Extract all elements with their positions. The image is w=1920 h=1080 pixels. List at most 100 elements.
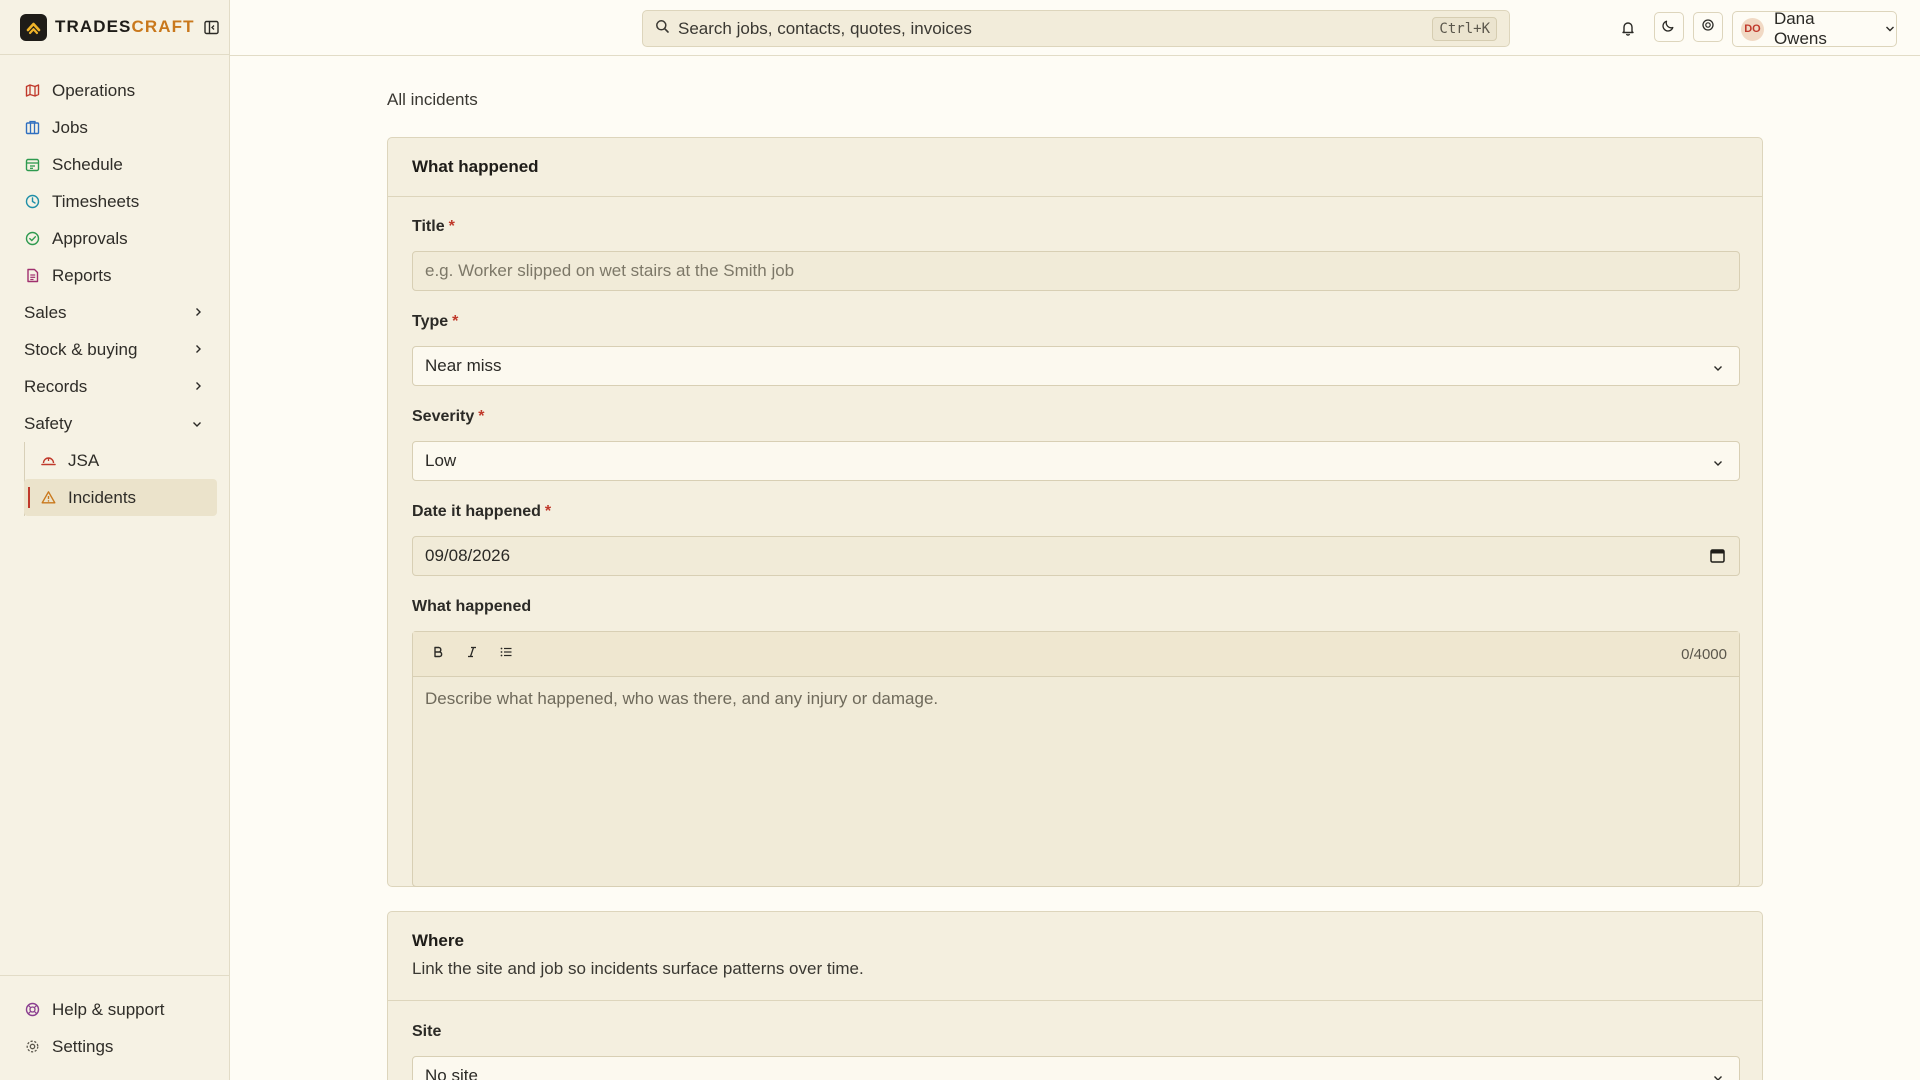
sidebar-footer: Help & support Settings bbox=[0, 975, 229, 1080]
user-menu-button[interactable]: DO Dana Owens bbox=[1732, 9, 1897, 48]
chevron-down-icon bbox=[191, 414, 203, 434]
breadcrumb-all-incidents[interactable]: All incidents bbox=[387, 90, 478, 110]
character-counter: 0/4000 bbox=[1681, 646, 1727, 663]
nav-group-label: Safety bbox=[24, 413, 73, 433]
chevron-right-icon bbox=[193, 377, 203, 397]
card-body: Title * e.g. Worker slipped on wet stairs… bbox=[388, 197, 1762, 887]
nav-group-label: Stock & buying bbox=[24, 339, 138, 359]
nav-item-operations[interactable]: Operations bbox=[0, 72, 229, 109]
hardhat-icon bbox=[40, 453, 56, 469]
description-label: What happened bbox=[412, 598, 532, 615]
site-select[interactable]: No site bbox=[412, 1056, 1740, 1080]
nav-label: Reports bbox=[52, 265, 112, 285]
nav-item-incidents[interactable]: Incidents bbox=[24, 479, 217, 516]
nav-item-approvals[interactable]: Approvals bbox=[0, 220, 229, 257]
calendar-icon bbox=[24, 157, 40, 173]
nav-group-records[interactable]: Records bbox=[0, 368, 229, 405]
user-name: Dana Owens bbox=[1773, 9, 1827, 48]
search-icon bbox=[655, 19, 670, 39]
title-placeholder: e.g. Worker slipped on wet stairs at the… bbox=[425, 261, 795, 280]
card-body: Site No site bbox=[388, 1001, 1762, 1080]
nav-item-settings[interactable]: Settings bbox=[0, 1028, 229, 1065]
type-value: Near miss bbox=[425, 356, 502, 375]
nav-label: Schedule bbox=[52, 154, 123, 174]
nav-item-timesheets[interactable]: Timesheets bbox=[0, 183, 229, 220]
nav-item-help[interactable]: Help & support bbox=[0, 991, 229, 1028]
nav-group-safety[interactable]: Safety bbox=[0, 405, 229, 442]
nav-item-jsa[interactable]: JSA bbox=[24, 442, 217, 479]
map-icon bbox=[24, 83, 40, 99]
bullet-list-button[interactable] bbox=[493, 641, 519, 667]
chevron-down-icon bbox=[1884, 19, 1896, 39]
title-input[interactable]: e.g. Worker slipped on wet stairs at the… bbox=[412, 251, 1740, 291]
what-happened-card: What happened Title * e.g. Worker slipped… bbox=[387, 137, 1763, 887]
nav-label: Incidents bbox=[68, 487, 137, 507]
site-value: No site bbox=[425, 1066, 478, 1080]
logo-icon[interactable] bbox=[20, 13, 47, 41]
topbar: Search jobs, contacts, quotes, invoices … bbox=[230, 0, 1920, 56]
chevron-down-icon bbox=[1711, 360, 1725, 374]
avatar: DO bbox=[1741, 17, 1764, 41]
nav-group-label: Records bbox=[24, 376, 88, 396]
card-title: What happened bbox=[412, 157, 539, 176]
card-description: Link the site and job so incidents surfa… bbox=[412, 959, 864, 978]
nav-group-sales[interactable]: Sales bbox=[0, 294, 229, 331]
chevron-down-icon bbox=[1711, 1070, 1725, 1080]
nav-label: JSA bbox=[68, 450, 100, 470]
bold-button[interactable] bbox=[425, 641, 451, 667]
chevron-right-icon bbox=[193, 340, 203, 360]
editor-toolbar: 0/4000 bbox=[413, 632, 1739, 677]
italic-button[interactable] bbox=[459, 641, 485, 667]
date-value: 09/08/2026 bbox=[425, 546, 511, 565]
nav-label: Settings bbox=[52, 1036, 114, 1056]
contrast-icon bbox=[1701, 17, 1715, 37]
safety-submenu: JSA Incidents bbox=[24, 442, 229, 516]
description-placeholder: Describe what happened, who was there, a… bbox=[425, 689, 939, 708]
building-icon bbox=[24, 120, 40, 136]
date-label: Date it happened * bbox=[412, 503, 552, 520]
type-label: Type * bbox=[412, 313, 459, 330]
bold-icon bbox=[431, 645, 445, 664]
description-textarea[interactable]: Describe what happened, who was there, a… bbox=[413, 677, 1739, 721]
collapse-sidebar-icon[interactable] bbox=[203, 19, 220, 35]
nav-item-jobs[interactable]: Jobs bbox=[0, 109, 229, 146]
nav-item-schedule[interactable]: Schedule bbox=[0, 146, 229, 183]
date-input[interactable]: 09/08/2026 bbox=[412, 536, 1740, 576]
bell-icon[interactable] bbox=[1618, 18, 1638, 38]
chevron-down-icon bbox=[1711, 455, 1725, 469]
severity-label: Severity * bbox=[412, 408, 485, 425]
italic-icon bbox=[465, 645, 479, 664]
nav-label: Operations bbox=[52, 80, 136, 100]
type-select[interactable]: Near miss bbox=[412, 346, 1740, 386]
theme-toggle-button[interactable] bbox=[1654, 12, 1684, 42]
description-editor: 0/4000 Describe what happened, who was t… bbox=[412, 631, 1740, 887]
brand: TRADESCRAFT bbox=[0, 0, 229, 55]
nav-label: Help & support bbox=[52, 999, 165, 1019]
search-shortcut: Ctrl+K bbox=[1432, 17, 1497, 41]
nav-label: Timesheets bbox=[52, 191, 140, 211]
nav-label: Jobs bbox=[52, 117, 88, 137]
nav-item-reports[interactable]: Reports bbox=[0, 257, 229, 294]
accessibility-button[interactable] bbox=[1693, 12, 1723, 42]
main-nav: Operations Jobs Schedule Timesheets Appr… bbox=[0, 55, 229, 516]
sidebar: TRADESCRAFT Operations Jobs Schedule Tim… bbox=[0, 0, 230, 1080]
moon-icon bbox=[1662, 17, 1676, 37]
nav-label: Approvals bbox=[52, 228, 128, 248]
clock-icon bbox=[24, 194, 40, 210]
severity-value: Low bbox=[425, 451, 457, 470]
global-search[interactable]: Search jobs, contacts, quotes, invoices … bbox=[642, 10, 1510, 47]
check-circle-icon bbox=[24, 231, 40, 247]
calendar-icon[interactable] bbox=[1709, 547, 1727, 565]
search-placeholder: Search jobs, contacts, quotes, invoices bbox=[678, 18, 972, 38]
where-card: Where Link the site and job so incidents… bbox=[387, 911, 1763, 1080]
chevron-right-icon bbox=[193, 303, 203, 323]
severity-select[interactable]: Low bbox=[412, 441, 1740, 481]
brand-name: TRADESCRAFT bbox=[55, 17, 195, 36]
list-icon bbox=[499, 645, 513, 664]
nav-group-label: Sales bbox=[24, 302, 67, 322]
site-label: Site bbox=[412, 1023, 442, 1040]
gear-icon bbox=[24, 1039, 40, 1055]
nav-group-stock-buying[interactable]: Stock & buying bbox=[0, 331, 229, 368]
card-header: Where Link the site and job so incidents… bbox=[388, 912, 1762, 1001]
title-label: Title * bbox=[412, 218, 455, 235]
